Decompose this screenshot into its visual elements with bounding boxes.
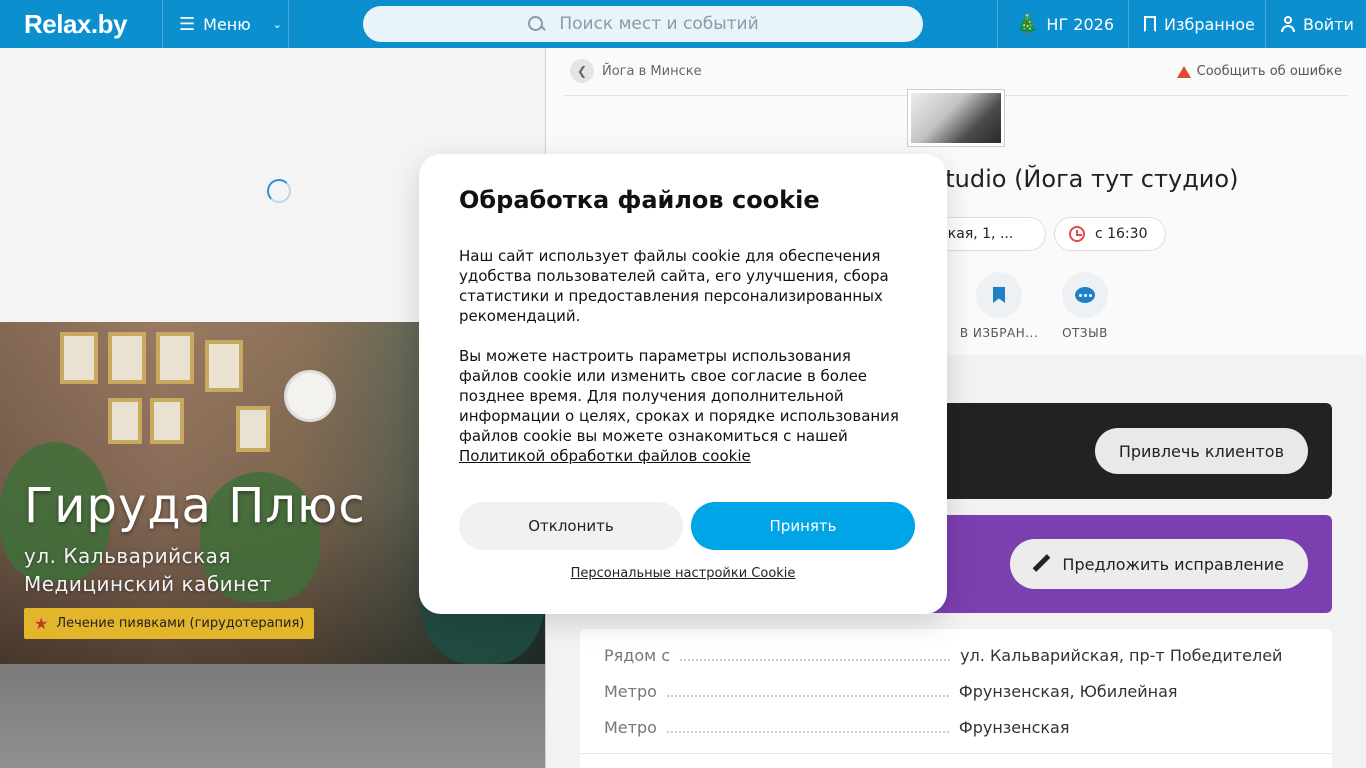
bookmark-icon [993, 287, 1005, 303]
service-tag[interactable]: ★ Лечение пиявками (гирудотерапия) [24, 608, 315, 639]
info-key: Рядом с [604, 646, 671, 665]
login-label: Войти [1303, 14, 1354, 34]
bookmark-circle [976, 272, 1022, 318]
header-divider [288, 0, 289, 48]
info-row: Метро Фрунзенская [604, 717, 1308, 737]
new-year-label: НГ 2026 [1046, 14, 1115, 34]
report-error-link[interactable]: Сообщить об ошибке [1176, 64, 1342, 79]
cookie-modal-actions: Отклонить Принять [459, 502, 915, 550]
cookie-modal: Обработка файлов cookie Наш сайт использ… [419, 154, 947, 614]
top-header: Relax.by ☰ Меню ⌄ Поиск мест и событий 🎄… [0, 0, 1366, 48]
info-value[interactable]: Фрунзенская [959, 718, 1070, 737]
cookie-modal-text: Наш сайт использует файлы cookie для обе… [459, 247, 889, 325]
info-row: Рядом с ул. Кальварийская, пр-т Победите… [604, 645, 1308, 665]
info-key: Метро [604, 718, 657, 737]
suggest-label: Предложить исправление [1062, 554, 1284, 574]
hero-type: Медицинский кабинет [24, 572, 272, 596]
cookie-modal-text-body: Вы можете настроить параметры использова… [459, 347, 899, 445]
loading-spinner-icon [267, 179, 291, 203]
site-logo[interactable]: Relax.by [24, 9, 127, 40]
clock-icon [1069, 226, 1085, 242]
favorites-link[interactable]: Избранное [1144, 0, 1255, 48]
menu-label: Меню [203, 14, 251, 34]
new-year-link[interactable]: 🎄 НГ 2026 [1016, 0, 1114, 48]
header-divider [997, 0, 998, 48]
wall-frame [108, 398, 142, 444]
next-card [0, 664, 545, 768]
wall-clock [284, 370, 336, 422]
hours-pill[interactable]: с 16:30 [1054, 217, 1166, 251]
place-thumbnail[interactable] [907, 89, 1005, 147]
hero-street: ул. Кальварийская [24, 544, 231, 568]
pencil-icon [1032, 555, 1050, 573]
info-value[interactable]: Фрунзенская, Юбилейная [959, 682, 1178, 701]
breadcrumb-label[interactable]: Йога в Минске [602, 64, 702, 79]
star-icon: ★ [34, 614, 49, 633]
favorites-label: Избранное [1164, 14, 1255, 34]
wall-frame [156, 332, 194, 384]
decline-button[interactable]: Отклонить [459, 502, 683, 550]
divider [580, 753, 1332, 754]
wall-frame [108, 332, 146, 384]
chat-icon [1075, 287, 1095, 303]
action-label: В ИЗБРАН... [959, 326, 1039, 340]
cookie-modal-text: Вы можете настроить параметры использова… [459, 346, 907, 466]
dots-leader [666, 695, 949, 697]
search-icon [527, 15, 545, 33]
dots-leader [666, 731, 949, 733]
breadcrumb[interactable]: ❮ Йога в Минске [570, 59, 702, 83]
search-placeholder: Поиск мест и событий [559, 14, 759, 34]
wall-frame [236, 406, 270, 452]
christmas-tree-icon: 🎄 [1016, 13, 1039, 35]
cookie-modal-title: Обработка файлов cookie [459, 186, 820, 214]
info-card: Рядом с ул. Кальварийская, пр-т Победите… [580, 629, 1332, 768]
wall-frame [60, 332, 98, 384]
warning-icon [1176, 65, 1191, 78]
hamburger-icon: ☰ [179, 13, 196, 35]
bookmark-icon [1144, 16, 1156, 32]
add-to-favorites-button[interactable]: В ИЗБРАН... [954, 272, 1044, 340]
search-input[interactable]: Поиск мест и событий [363, 6, 923, 42]
cookie-settings-link[interactable]: Персональные настройки Cookie [419, 566, 947, 581]
info-row: Метро Фрунзенская, Юбилейная [604, 681, 1308, 701]
hero-subtitle: ул. Кальварийская Медицинский кабинет [24, 542, 272, 598]
accept-button[interactable]: Принять [691, 502, 915, 550]
dots-leader [680, 659, 951, 661]
info-value[interactable]: ул. Кальварийская, пр-т Победителей [960, 646, 1282, 665]
header-divider [1128, 0, 1129, 48]
report-error-label: Сообщить об ошибке [1196, 64, 1342, 79]
suggest-correction-button[interactable]: Предложить исправление [1010, 539, 1308, 589]
hours-label: с 16:30 [1095, 226, 1148, 242]
action-label: ОТЗЫВ [1062, 326, 1108, 340]
attract-clients-button[interactable]: Привлечь клиентов [1094, 428, 1308, 474]
menu-button[interactable]: ☰ Меню ⌄ [163, 0, 289, 48]
chevron-left-icon[interactable]: ❮ [570, 59, 594, 83]
review-button[interactable]: ОТЗЫВ [1040, 272, 1130, 340]
user-icon [1281, 16, 1295, 32]
info-key: Метро [604, 682, 657, 701]
place-title: Studio (Йога тут студио) [930, 165, 1239, 193]
header-divider [1265, 0, 1266, 48]
cookie-policy-link[interactable]: Политикой обработки файлов cookie [459, 447, 751, 465]
hero-title: Гируда Плюс [24, 478, 366, 534]
login-link[interactable]: Войти [1281, 0, 1354, 48]
wall-frame [205, 340, 243, 392]
chevron-down-icon: ⌄ [272, 17, 282, 31]
wall-frame [150, 398, 184, 444]
chat-circle [1062, 272, 1108, 318]
service-tag-label: Лечение пиявками (гирудотерапия) [56, 616, 305, 631]
